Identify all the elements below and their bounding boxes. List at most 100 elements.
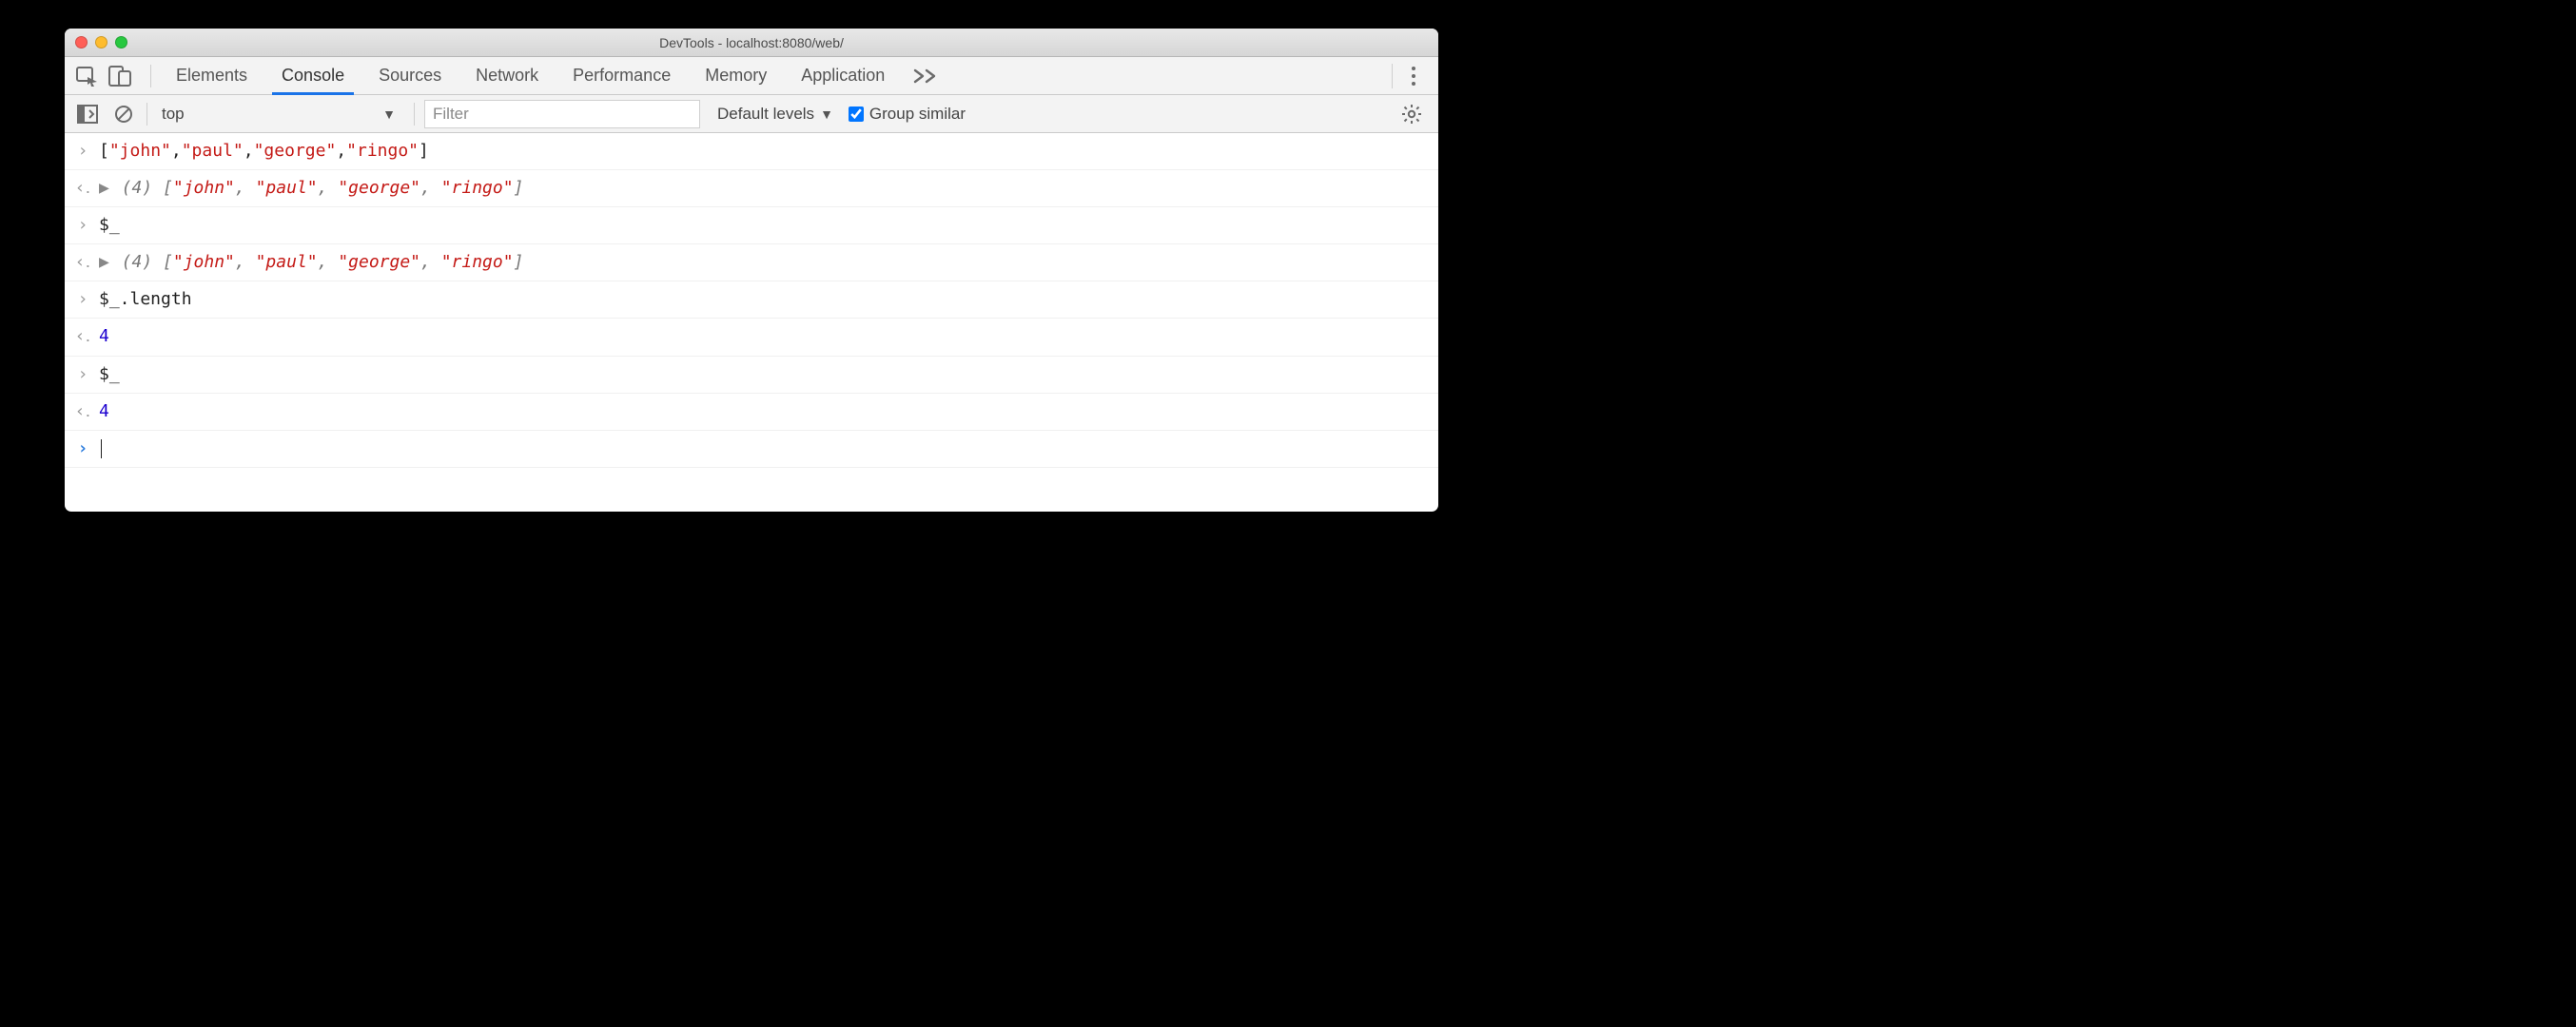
code-token: , xyxy=(235,178,256,198)
tabstrip-left-tools xyxy=(74,57,146,94)
input-marker-icon: › xyxy=(74,287,91,312)
entry-content xyxy=(99,436,1429,461)
code-token: "paul" xyxy=(256,178,318,198)
show-console-sidebar-icon[interactable] xyxy=(74,101,101,127)
code-token: "ringo" xyxy=(441,252,514,272)
array-length-preview: (4) xyxy=(111,178,163,198)
code-token: ] xyxy=(514,178,524,198)
output-marker-icon: ‹․ xyxy=(74,399,91,424)
code-token: 4 xyxy=(99,401,109,421)
code-token: $_ xyxy=(99,215,120,235)
console-prompt[interactable]: › xyxy=(65,431,1438,468)
output-marker-icon: ‹․ xyxy=(74,176,91,201)
tab-network[interactable]: Network xyxy=(459,57,556,94)
entry-content: ["john","paul","george","ringo"] xyxy=(99,139,1429,164)
titlebar: DevTools - localhost:8080/web/ xyxy=(65,29,1438,57)
console-result-entry: ‹․ ▶ (4) ["john", "paul", "george", "ring… xyxy=(65,170,1438,207)
close-window-button[interactable] xyxy=(75,36,88,48)
code-token: "ringo" xyxy=(346,141,419,161)
code-token: 4 xyxy=(99,326,109,346)
tab-application[interactable]: Application xyxy=(784,57,902,94)
input-marker-icon: › xyxy=(74,362,91,387)
log-levels-select[interactable]: Default levels ▼ xyxy=(710,105,833,124)
code-token: "paul" xyxy=(182,141,244,161)
console-input-entry: › $_ xyxy=(65,357,1438,394)
code-token: , xyxy=(235,252,256,272)
chevron-down-icon: ▼ xyxy=(382,107,396,122)
code-token: ] xyxy=(514,252,524,272)
log-levels-label: Default levels xyxy=(717,105,814,124)
clear-console-icon[interactable] xyxy=(110,101,137,127)
code-token: $_ xyxy=(99,364,120,384)
entry-content: $_.length xyxy=(99,287,1429,312)
prompt-marker-icon: › xyxy=(74,436,91,461)
entry-content: ▶ (4) ["john", "paul", "george", "ringo"… xyxy=(99,176,1429,201)
tab-elements[interactable]: Elements xyxy=(159,57,264,94)
minimize-window-button[interactable] xyxy=(95,36,107,48)
devtools-window: DevTools - localhost:8080/web/ Elements C… xyxy=(65,29,1438,512)
tab-sources[interactable]: Sources xyxy=(361,57,459,94)
console-input-entry: › $_.length xyxy=(65,281,1438,319)
tabs: Elements Console Sources Network Performance… xyxy=(159,57,902,94)
chevron-down-icon: ▼ xyxy=(820,107,833,122)
console-filter-input[interactable] xyxy=(424,100,700,128)
window-title: DevTools - localhost:8080/web/ xyxy=(65,35,1438,50)
expand-object-icon[interactable]: ▶ xyxy=(99,250,109,275)
console-input-entry: › ["john","paul","george","ringo"] xyxy=(65,133,1438,170)
code-token: , xyxy=(318,178,339,198)
group-similar-label: Group similar xyxy=(869,105,966,124)
group-similar-toggle[interactable]: Group similar xyxy=(843,105,966,124)
output-marker-icon: ‹․ xyxy=(74,324,91,349)
tab-label: Memory xyxy=(705,66,767,86)
code-token: "george" xyxy=(338,252,420,272)
code-token: "george" xyxy=(338,178,420,198)
code-token: "ringo" xyxy=(441,178,514,198)
tab-performance[interactable]: Performance xyxy=(556,57,688,94)
code-token: [ xyxy=(99,141,109,161)
console-toolbar: top ▼ Default levels ▼ Group similar xyxy=(65,95,1438,133)
code-token: , xyxy=(171,141,182,161)
console-output[interactable]: ›["john","paul","george","ringo"]‹․▶ (4)… xyxy=(65,133,1438,512)
input-marker-icon: › xyxy=(74,139,91,164)
inspect-element-icon[interactable] xyxy=(74,63,101,89)
code-token: $_.length xyxy=(99,289,192,309)
text-cursor xyxy=(101,439,102,458)
tab-label: Performance xyxy=(573,66,671,86)
group-similar-checkbox[interactable] xyxy=(849,107,864,122)
entry-content: $_ xyxy=(99,213,1429,238)
toggle-device-toolbar-icon[interactable] xyxy=(107,63,133,89)
console-result-entry: ‹․ 4 xyxy=(65,394,1438,431)
execution-context-label: top xyxy=(162,105,185,124)
tabs-overflow-button[interactable] xyxy=(902,57,951,94)
entry-content: $_ xyxy=(99,362,1429,387)
input-marker-icon: › xyxy=(74,213,91,238)
tab-label: Sources xyxy=(379,66,441,86)
entry-content: ▶ (4) ["john", "paul", "george", "ringo"… xyxy=(99,250,1429,275)
tab-memory[interactable]: Memory xyxy=(688,57,784,94)
console-result-entry: ‹․ ▶ (4) ["john", "paul", "george", "ring… xyxy=(65,244,1438,281)
traffic-lights xyxy=(65,36,127,48)
execution-context-select[interactable]: top ▼ xyxy=(157,100,404,128)
divider xyxy=(414,103,415,126)
console-settings-icon[interactable] xyxy=(1398,101,1425,127)
code-token: , xyxy=(420,178,441,198)
entry-content: 4 xyxy=(99,324,1429,349)
divider xyxy=(146,103,147,126)
code-token: "john" xyxy=(173,252,235,272)
code-token: "john" xyxy=(173,178,235,198)
array-length-preview: (4) xyxy=(111,252,163,272)
code-token: "john" xyxy=(109,141,171,161)
code-token: , xyxy=(318,252,339,272)
code-token: "george" xyxy=(254,141,337,161)
code-token: , xyxy=(336,141,346,161)
tab-label: Console xyxy=(282,66,344,86)
main-tabstrip: Elements Console Sources Network Performance… xyxy=(65,57,1438,95)
tab-console[interactable]: Console xyxy=(264,57,361,94)
tab-label: Network xyxy=(476,66,538,86)
devtools-menu-button[interactable] xyxy=(1402,61,1425,91)
zoom-window-button[interactable] xyxy=(115,36,127,48)
entry-content: 4 xyxy=(99,399,1429,424)
tab-label: Elements xyxy=(176,66,247,86)
output-marker-icon: ‹․ xyxy=(74,250,91,275)
expand-object-icon[interactable]: ▶ xyxy=(99,176,109,201)
